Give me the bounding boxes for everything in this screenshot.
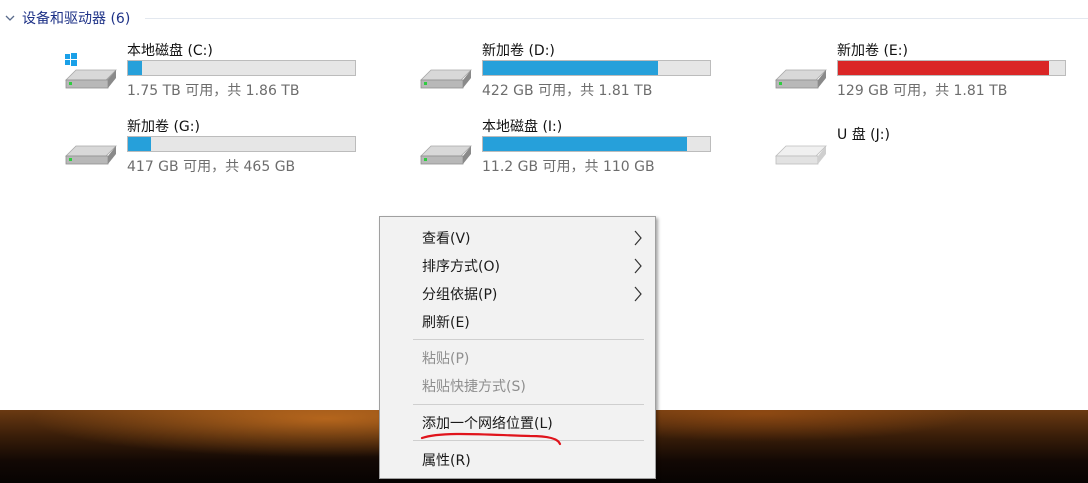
drive-name: 本地磁盘 (C:)	[127, 43, 213, 59]
menu-item-view[interactable]: 查看(V)	[382, 224, 653, 251]
drive-space-info: 1.75 TB 可用，共 1.86 TB	[127, 83, 300, 99]
storage-bar	[127, 136, 356, 152]
menu-item-label: 分组依据(P)	[422, 286, 498, 303]
drive-e[interactable]: 新加卷 (E:) 129 GB 可用，共 1.81 TB	[772, 40, 1072, 106]
menu-item-add-network-location[interactable]: 添加一个网络位置(L)	[382, 409, 653, 436]
storage-bar	[482, 136, 711, 152]
menu-item-group-by[interactable]: 分组依据(P)	[382, 280, 653, 307]
storage-bar	[837, 60, 1066, 76]
drive-space-info: 417 GB 可用，共 465 GB	[127, 159, 296, 175]
menu-item-label: 查看(V)	[422, 230, 471, 247]
menu-item-label: 粘贴(P)	[422, 350, 470, 367]
drive-space-info: 129 GB 可用，共 1.81 TB	[837, 83, 1008, 99]
drive-g[interactable]: 新加卷 (G:) 417 GB 可用，共 465 GB	[62, 116, 362, 182]
drive-d[interactable]: 新加卷 (D:) 422 GB 可用，共 1.81 TB	[417, 40, 717, 106]
menu-item-refresh[interactable]: 刷新(E)	[382, 308, 653, 335]
menu-item-paste-shortcut: 粘贴快捷方式(S)	[382, 372, 653, 399]
menu-separator	[413, 339, 644, 340]
drive-space-info: 422 GB 可用，共 1.81 TB	[482, 83, 653, 99]
devices-group-header[interactable]: 设备和驱动器 (6)	[4, 8, 130, 28]
storage-bar	[482, 60, 711, 76]
storage-bar	[127, 60, 356, 76]
usb-drive-icon	[775, 145, 827, 165]
drive-j[interactable]: U 盘 (J:)	[772, 124, 1072, 190]
drive-i[interactable]: 本地磁盘 (I:) 11.2 GB 可用，共 110 GB	[417, 116, 717, 182]
menu-item-label: 添加一个网络位置(L)	[422, 415, 553, 432]
menu-item-properties[interactable]: 属性(R)	[382, 446, 653, 473]
menu-separator	[413, 404, 644, 405]
drive-name: 本地磁盘 (I:)	[482, 119, 563, 135]
menu-item-label: 粘贴快捷方式(S)	[422, 378, 526, 395]
drive-c[interactable]: 本地磁盘 (C:) 1.75 TB 可用，共 1.86 TB	[62, 40, 362, 106]
drive-space-info: 11.2 GB 可用，共 110 GB	[482, 159, 655, 175]
menu-item-label: 刷新(E)	[422, 314, 470, 331]
menu-item-paste: 粘贴(P)	[382, 344, 653, 371]
chevron-right-icon	[634, 230, 642, 246]
group-divider	[145, 18, 1088, 19]
drive-name: U 盘 (J:)	[837, 127, 890, 143]
menu-item-label: 属性(R)	[422, 452, 471, 469]
menu-item-label: 排序方式(O)	[422, 258, 500, 275]
menu-item-sort-by[interactable]: 排序方式(O)	[382, 252, 653, 279]
hard-drive-icon	[420, 69, 472, 89]
chevron-down-icon[interactable]	[4, 12, 16, 24]
hard-drive-icon	[65, 145, 117, 165]
drive-name: 新加卷 (D:)	[482, 43, 555, 59]
menu-separator	[413, 440, 644, 441]
chevron-right-icon	[634, 286, 642, 302]
windows-drive-icon	[65, 53, 117, 89]
chevron-right-icon	[634, 258, 642, 274]
hard-drive-icon	[775, 69, 827, 89]
drive-name: 新加卷 (E:)	[837, 43, 908, 59]
group-title: 设备和驱动器 (6)	[22, 11, 131, 27]
drive-name: 新加卷 (G:)	[127, 119, 200, 135]
hard-drive-icon	[420, 145, 472, 165]
context-menu: 查看(V) 排序方式(O) 分组依据(P) 刷新(E) 粘贴(P) 粘贴快捷方式…	[379, 216, 656, 479]
